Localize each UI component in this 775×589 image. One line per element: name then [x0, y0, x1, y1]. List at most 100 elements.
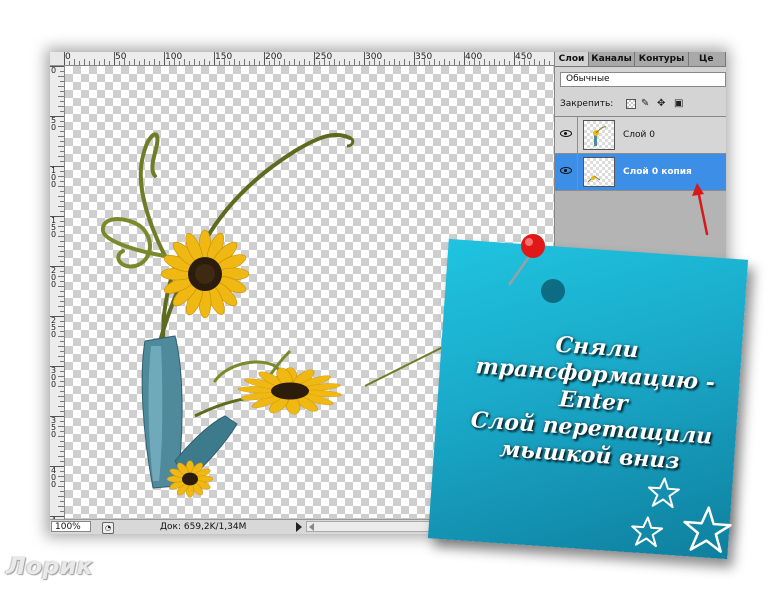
ruler-tick — [159, 61, 160, 65]
ruler-tick — [60, 471, 64, 472]
watermark-signature: Лорик — [6, 552, 93, 580]
ruler-tick — [58, 246, 64, 247]
layer-name: Слой 0 копия — [623, 167, 692, 177]
ruler-tick — [58, 436, 64, 437]
ruler-tick — [60, 191, 64, 192]
lock-brush-icon[interactable]: ✎ — [641, 99, 651, 109]
ruler-tick — [58, 296, 64, 297]
ruler-tick — [529, 61, 530, 65]
ruler-tick — [239, 61, 240, 65]
ruler-tick — [58, 426, 64, 427]
status-info-icon[interactable]: ◔ — [102, 522, 114, 534]
ruler-tick — [179, 61, 180, 65]
ruler-tick — [394, 59, 395, 65]
zoom-field[interactable]: 100% — [51, 521, 91, 532]
ruler-v-label: 300 — [51, 366, 57, 389]
ruler-tick — [58, 446, 64, 447]
ruler-tick — [60, 141, 64, 142]
ruler-tick — [58, 336, 64, 337]
ruler-tick — [58, 456, 64, 457]
ruler-tick — [119, 61, 120, 65]
horizontal-ruler[interactable]: 0 50 100 150 200 250 300 350 400 450 — [64, 52, 554, 66]
ruler-tick — [349, 61, 350, 65]
ruler-tick — [60, 241, 64, 242]
document-size-info: Док: 659,2K/1,34M — [160, 522, 247, 532]
visibility-toggle[interactable] — [555, 154, 578, 190]
tab-channels[interactable]: Каналы — [589, 52, 635, 66]
ruler-tick — [544, 59, 545, 65]
tab-layers[interactable]: Слои — [555, 52, 589, 66]
ruler-v-label: 0 — [51, 66, 57, 75]
ruler-tick — [444, 59, 445, 65]
scroll-left-icon[interactable] — [309, 523, 314, 531]
note-paper: Сняли трансформацию - Enter Слой перетащ… — [427, 238, 749, 560]
ruler-tick — [60, 261, 64, 262]
ruler-tick — [58, 386, 64, 387]
ruler-tick — [60, 511, 64, 512]
ruler-tick — [464, 52, 465, 65]
lock-all-icon[interactable]: ▣ — [674, 99, 684, 109]
ruler-tick — [60, 91, 64, 92]
ruler-tick — [89, 61, 90, 65]
layer-row[interactable]: Слой 0 — [555, 117, 726, 154]
ruler-tick — [214, 52, 215, 65]
ruler-tick — [58, 126, 64, 127]
ruler-tick — [50, 366, 64, 367]
ruler-tick — [60, 371, 64, 372]
ruler-tick — [319, 61, 320, 65]
ruler-tick — [229, 61, 230, 65]
ruler-v-label: 350 — [51, 416, 57, 439]
tab-paths[interactable]: Контуры — [635, 52, 689, 66]
ruler-tick — [50, 266, 64, 267]
ruler-tick — [60, 181, 64, 182]
ruler-tick — [60, 221, 64, 222]
vertical-ruler[interactable]: 0 50 100 150 200 250 300 350 400 450 — [50, 66, 65, 519]
ruler-tick — [58, 376, 64, 377]
ruler-tick — [60, 111, 64, 112]
ruler-tick — [60, 151, 64, 152]
ruler-tick — [199, 61, 200, 65]
ruler-tick — [404, 59, 405, 65]
ruler-tick — [60, 281, 64, 282]
ruler-tick — [169, 61, 170, 65]
ruler-tick — [184, 59, 185, 65]
ruler-tick — [294, 59, 295, 65]
ruler-tick — [58, 196, 64, 197]
ruler-tick — [60, 81, 64, 82]
ruler-tick — [459, 61, 460, 65]
lock-move-icon[interactable]: ✥ — [657, 99, 667, 109]
ruler-tick — [439, 61, 440, 65]
ruler-tick — [58, 286, 64, 287]
ruler-tick — [58, 176, 64, 177]
status-menu-arrow-icon[interactable] — [296, 522, 302, 532]
ruler-tick — [58, 76, 64, 77]
ruler-tick — [494, 59, 495, 65]
ruler-tick — [204, 59, 205, 65]
ruler-tick — [274, 59, 275, 65]
ruler-tick — [524, 59, 525, 65]
ruler-tick — [60, 271, 64, 272]
ruler-tick — [314, 52, 315, 65]
ruler-tick — [189, 61, 190, 65]
ruler-tick — [69, 61, 70, 65]
ruler-tick — [369, 61, 370, 65]
ruler-tick — [424, 59, 425, 65]
ruler-tick — [60, 251, 64, 252]
tab-color[interactable]: Це — [689, 52, 726, 66]
lock-transparency-icon[interactable] — [626, 99, 636, 109]
ruler-tick — [264, 52, 265, 65]
ruler-tick — [60, 421, 64, 422]
ruler-tick — [489, 61, 490, 65]
ruler-tick — [60, 461, 64, 462]
ruler-tick — [60, 501, 64, 502]
blend-mode-select[interactable]: Обычные — [560, 72, 726, 87]
visibility-toggle[interactable] — [555, 117, 578, 153]
ruler-tick — [309, 61, 310, 65]
ruler-tick — [339, 61, 340, 65]
ruler-v-label: 150 — [51, 216, 57, 239]
ruler-tick — [329, 61, 330, 65]
ruler-tick — [58, 146, 64, 147]
ruler-tick — [58, 96, 64, 97]
ruler-tick — [60, 201, 64, 202]
ruler-tick — [58, 356, 64, 357]
